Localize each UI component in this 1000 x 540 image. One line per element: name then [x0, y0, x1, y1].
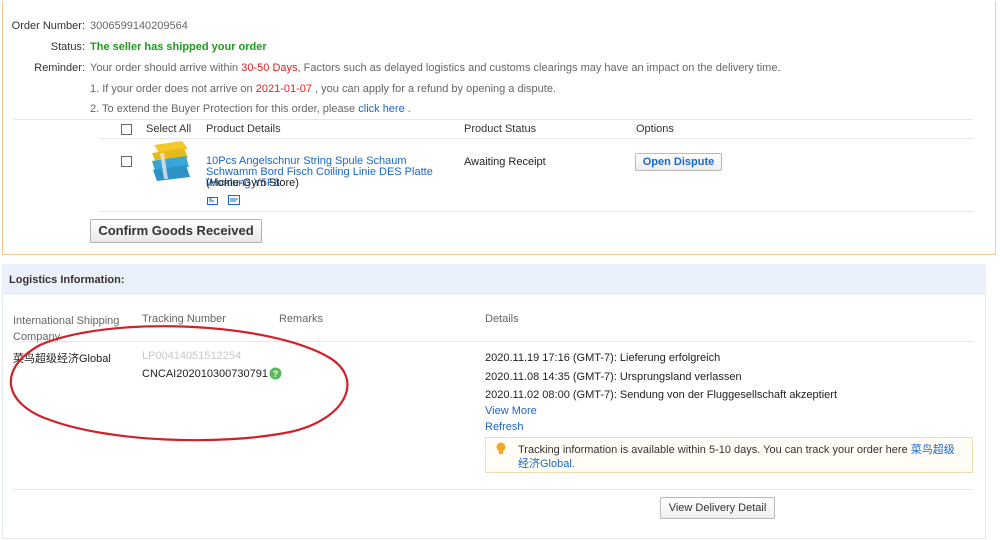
order-number: 3006599140209564 [90, 20, 188, 32]
status-label: Status: [50, 41, 85, 53]
refund-date: 2021-01-07 [255, 83, 312, 95]
divider [100, 138, 973, 139]
divider [13, 489, 973, 490]
select-all-checkbox[interactable] [121, 124, 132, 135]
product-checkbox[interactable] [121, 156, 132, 167]
product-status-header: Product Status [464, 123, 537, 135]
extend-protection-link[interactable]: click here [358, 103, 404, 115]
reminder-text: Your order should arrive within 30-50 Da… [90, 62, 781, 74]
order-status: The seller has shipped your order [90, 41, 267, 53]
view-more-link[interactable]: View More [485, 405, 537, 417]
options-header: Options [636, 123, 674, 135]
tracking-event: 2020.11.08 14:35 (GMT-7): Ursprungsland … [485, 371, 742, 383]
open-dispute-button[interactable]: Open Dispute [635, 153, 722, 171]
snapshot-icon[interactable] [207, 195, 219, 205]
product-details-header: Product Details [206, 123, 281, 135]
product-status: Awaiting Receipt [464, 156, 546, 168]
logistics-title: Logistics Information: [9, 274, 125, 286]
delivery-window: 30-50 Days [241, 62, 298, 74]
select-all-label: Select All [146, 123, 192, 135]
tracking-event: 2020.11.19 17:16 (GMT-7): Lieferung erfo… [485, 352, 721, 364]
product-thumbnail[interactable] [148, 139, 192, 185]
reminder-label: Reminder: [34, 62, 85, 74]
annotation-ellipse [9, 325, 349, 442]
message-icon[interactable] [228, 195, 240, 205]
confirm-goods-received-button[interactable]: Confirm Goods Received [90, 219, 262, 243]
refund-note: 1. If your order does not arrive on 2021… [90, 83, 557, 95]
details-header: Details [485, 313, 519, 325]
divider [100, 211, 973, 212]
logistics-header-bar [2, 264, 986, 294]
store-name: (Home-Gym Store) [206, 177, 299, 189]
divider [14, 119, 973, 120]
tracking-notice-text: Tracking information is available within… [518, 444, 955, 470]
lightbulb-icon [496, 442, 506, 454]
order-number-label: Order Number: [11, 20, 85, 32]
protection-note: 2. To extend the Buyer Protection for th… [90, 103, 411, 115]
refresh-link[interactable]: Refresh [485, 421, 524, 433]
view-delivery-detail-button[interactable]: View Delivery Detail [660, 497, 775, 519]
tracking-event: 2020.11.02 08:00 (GMT-7): Sendung von de… [485, 389, 838, 401]
